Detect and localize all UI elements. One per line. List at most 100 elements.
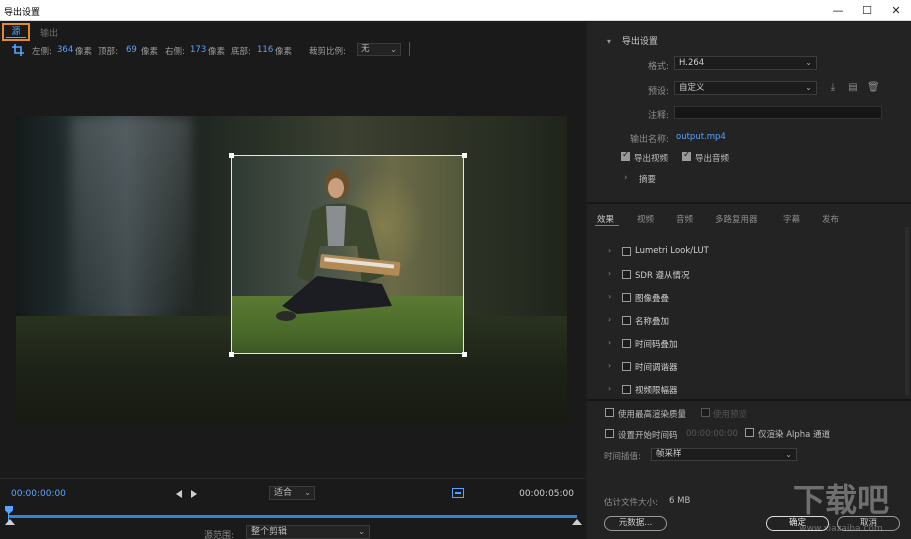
tab-output[interactable]: 输出 [40,26,58,39]
chevron-right-icon[interactable]: › [608,315,611,324]
effect-label: 时间调谐器 [635,363,678,373]
effects-scrollbar[interactable] [905,227,909,395]
person-figure [276,169,401,321]
max-render-quality-checkbox[interactable] [605,408,614,417]
chevron-right-icon[interactable]: › [608,246,611,255]
chevron-right-icon[interactable]: › [608,292,611,301]
crop-handle-top-left[interactable] [229,153,234,158]
chevron-right-icon[interactable]: › [608,338,611,347]
format-value: H.264 [679,58,705,68]
export-audio-checkbox[interactable] [682,150,691,161]
render-alpha-checkbox[interactable] [745,428,754,437]
comment-input[interactable] [674,106,882,119]
crop-right-label: 右侧: [165,47,185,57]
save-preset-icon[interactable]: ⤓ [827,82,839,94]
chevron-right-icon[interactable]: › [608,361,611,370]
effect-checkbox[interactable] [622,293,631,302]
export-settings-title: 导出设置 [621,37,658,47]
chevron-right-icon[interactable]: › [624,173,627,183]
crop-bottom-value[interactable]: 116 [257,45,273,55]
tab-multiplexer[interactable]: 多路复用器 [715,213,758,225]
zoom-fit-value: 适合 [274,488,293,498]
aspect-frame-icon[interactable] [452,488,464,498]
zoom-fit-select[interactable]: 适合 ⌄ [269,486,315,500]
current-timecode[interactable]: 00:00:00:00 [11,489,66,499]
divider [409,42,410,56]
settings-panel: ▾ 导出设置 格式: H.264 ⌄ 预设: 自定义 ⌄ ⤓ ▤ 🗑 注释: 输… [587,22,911,539]
crop-region[interactable] [231,155,464,354]
crop-bottom-label: 底部: [231,47,251,57]
tab-source[interactable]: 源 [2,23,30,41]
crop-handle-bottom-right[interactable] [462,352,467,357]
out-point-handle[interactable] [572,519,582,525]
metadata-button[interactable]: 元数据... [604,516,667,531]
export-video-checkbox[interactable] [621,150,630,161]
window-title: 导出设置 [4,8,41,18]
export-audio-label: 导出音频 [695,154,730,164]
crop-top-unit: 像素 [141,47,159,57]
timeline-bar: 00:00:00:00 适合 ⌄ 00:00:05:00 源范围: 整个剪辑 ⌄ [0,478,585,539]
in-point-handle[interactable] [5,519,15,525]
chevron-right-icon[interactable]: › [608,384,611,393]
crop-handle-bottom-left[interactable] [229,352,234,357]
chevron-down-icon: ⌄ [805,58,812,67]
video-preview [16,116,567,423]
tab-publish[interactable]: 发布 [822,213,839,225]
effect-label: SDR 遵从情况 [635,271,690,281]
divider [587,202,911,204]
tab-captions[interactable]: 字幕 [783,213,800,225]
timeline-track[interactable] [9,515,577,518]
output-name-label: 输出名称: [629,135,669,145]
effect-checkbox[interactable] [622,362,631,371]
chevron-down-icon: ▾ [607,37,612,46]
crop-top-value[interactable]: 69 [126,45,137,55]
effect-checkbox[interactable] [622,339,631,348]
format-select[interactable]: H.264 ⌄ [674,56,817,70]
output-name-link[interactable]: output.mp4 [676,132,726,142]
effect-item-name-overlay[interactable]: › 名称叠加 [587,312,911,328]
crop-right-value[interactable]: 173 [190,45,206,55]
delete-preset-icon[interactable]: 🗑 [867,82,880,94]
ok-button[interactable]: 确定 [766,516,829,531]
crop-ratio-select[interactable]: 无 ⌄ [357,43,401,56]
effect-item-lumetri[interactable]: › Lumetri Look/LUT [587,243,911,259]
effect-checkbox[interactable] [622,247,631,256]
cancel-button[interactable]: 取消 [837,516,900,531]
source-range-select[interactable]: 整个剪辑 ⌄ [246,525,370,539]
crop-icon[interactable] [12,44,24,56]
import-preset-icon[interactable]: ▤ [847,82,859,94]
chevron-right-icon[interactable]: › [608,269,611,278]
effect-item-time-tuner[interactable]: › 时间调谐器 [587,358,911,374]
comment-label: 注释: [647,111,669,121]
mark-in-icon[interactable] [176,490,182,498]
crop-ratio-value: 无 [361,44,370,54]
playhead-icon[interactable] [5,506,13,514]
crop-ratio-label: 裁剪比例: [309,47,346,57]
effect-checkbox[interactable] [622,270,631,279]
set-start-timecode-checkbox[interactable] [605,429,614,438]
source-range-label: 源范围: [204,531,235,539]
tab-video[interactable]: 视频 [637,213,654,225]
close-button[interactable]: ✕ [882,2,910,19]
crop-left-value[interactable]: 364 [57,45,73,55]
maximize-button[interactable]: ☐ [853,2,881,19]
effect-item-timecode-overlay[interactable]: › 时间码叠加 [587,335,911,351]
render-alpha-label: 仅渲染 Alpha 通道 [758,430,831,440]
title-bar: 导出设置 — ☐ ✕ [0,0,911,21]
settings-tabs: 效果 视频 音频 多路复用器 字幕 发布 [587,210,911,226]
export-settings-header[interactable]: ▾ 导出设置 [607,34,658,47]
mark-out-icon[interactable] [191,490,197,498]
tab-audio[interactable]: 音频 [676,213,693,225]
preset-value: 自定义 [679,83,705,93]
tab-effects[interactable]: 效果 [597,213,614,225]
preset-select[interactable]: 自定义 ⌄ [674,81,817,95]
summary-label[interactable]: 摘要 [639,173,656,185]
effect-item-video-limiter[interactable]: › 视频限幅器 [587,381,911,397]
effect-item-sdr[interactable]: › SDR 遵从情况 [587,266,911,282]
effect-checkbox[interactable] [622,316,631,325]
effect-item-image-overlay[interactable]: › 图像叠叠 [587,289,911,305]
crop-handle-top-right[interactable] [462,153,467,158]
effect-checkbox[interactable] [622,385,631,394]
minimize-button[interactable]: — [824,2,852,19]
time-interp-select[interactable]: 帧采样 ⌄ [651,448,797,461]
